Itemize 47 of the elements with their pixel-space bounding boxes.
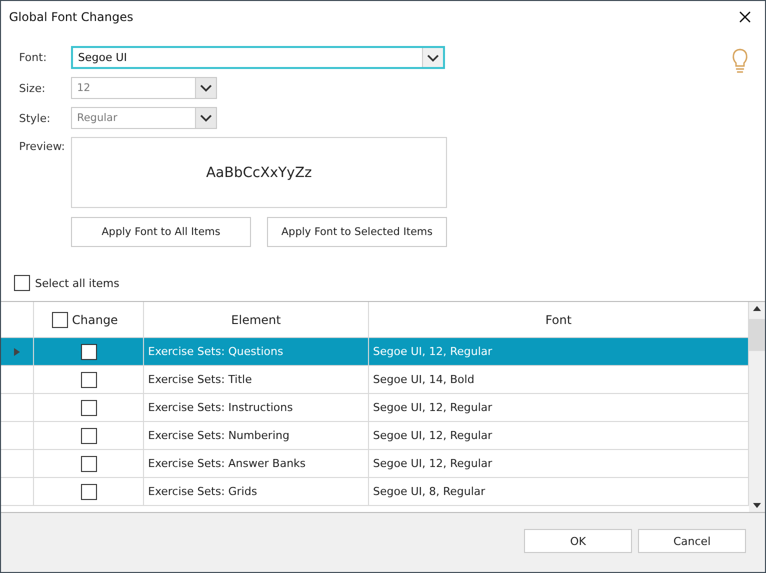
table-cell: Segoe UI, 12, Regular: [369, 338, 749, 365]
checkbox[interactable]: [14, 275, 30, 291]
scrollbar[interactable]: [749, 302, 765, 512]
field-label: Preview:: [19, 139, 66, 153]
table-cell: Exercise Sets: Title: [144, 366, 369, 393]
column-header[interactable]: Element: [144, 302, 369, 337]
checkbox[interactable]: [80, 372, 96, 388]
field-label: Style:: [19, 112, 52, 124]
caret-icon: [200, 114, 212, 122]
checkbox[interactable]: [52, 312, 68, 328]
apply-font-button[interactable]: Apply Font to All Items: [71, 217, 251, 247]
table-cell: Exercise Sets: Grids: [144, 478, 369, 505]
field-label: Font:: [19, 51, 48, 64]
table-cell: Exercise Sets: Numbering: [144, 422, 369, 449]
checkbox[interactable]: [80, 428, 96, 444]
apply-font-button[interactable]: Apply Font to Selected Items: [267, 217, 447, 247]
checkbox[interactable]: [80, 456, 96, 472]
table-row[interactable]: Exercise Sets: Numbering Segoe UI, 12, Regular: [1, 422, 749, 450]
column-header[interactable]: Change: [34, 302, 144, 337]
scroll-down-icon: [753, 503, 761, 508]
dialog-button[interactable]: OK: [524, 529, 632, 553]
current-row-icon: [14, 348, 20, 356]
close-icon: [739, 10, 751, 22]
lightbulb-icon: [731, 48, 749, 74]
dialog-button[interactable]: Cancel: [638, 529, 746, 553]
table-row[interactable]: Exercise Sets: Title Segoe UI, 14, Bold: [1, 366, 749, 394]
checkbox-label: Select all items: [35, 276, 120, 290]
window-title: Global Font Changes: [9, 10, 134, 24]
table-row[interactable]: Exercise Sets: Instructions Segoe UI, 12, Regular: [1, 394, 749, 422]
caret-icon: [200, 84, 212, 92]
scroll-thumb[interactable]: [749, 319, 765, 351]
checkbox[interactable]: [80, 484, 96, 500]
checkbox[interactable]: [80, 400, 96, 416]
table-cell: Exercise Sets: Instructions: [144, 394, 369, 421]
font-dropdown[interactable]: Segoe UI: [71, 46, 445, 69]
checkbox[interactable]: [80, 344, 96, 360]
size-dropdown[interactable]: 12: [71, 77, 217, 99]
table-row[interactable]: Exercise Sets: Grids Segoe UI, 8, Regular: [1, 478, 749, 506]
caret-icon: [427, 54, 439, 62]
table-row[interactable]: Exercise Sets: Answer Banks Segoe UI, 12, Regular: [1, 450, 749, 478]
field-label: Size:: [19, 82, 46, 94]
column-header-label: Change: [72, 312, 118, 326]
scroll-up-icon: [753, 306, 761, 311]
table-cell: Exercise Sets: Questions: [144, 338, 369, 365]
table-cell: Exercise Sets: Answer Banks: [144, 450, 369, 477]
preview-sample-text: AaBbCcXxYyZz: [206, 164, 312, 180]
style-dropdown[interactable]: Regular: [71, 107, 217, 129]
